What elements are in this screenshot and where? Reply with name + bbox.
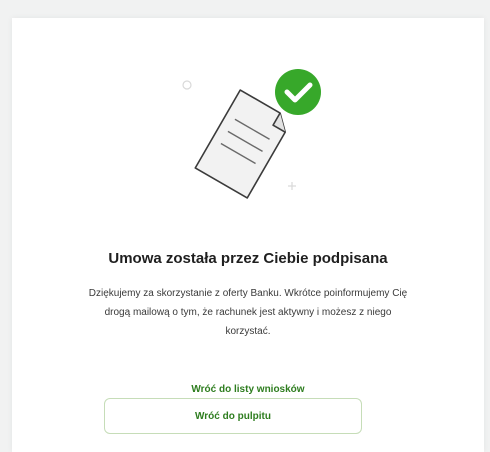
document-signed-illustration: [182, 69, 321, 199]
back-to-dashboard-button[interactable]: Wróć do pulpitu: [104, 398, 362, 434]
confirmation-card: Umowa została przez Ciebie podpisana Dzi…: [12, 18, 484, 452]
document-icon: [194, 89, 287, 199]
decorative-plus: [288, 182, 296, 190]
back-to-list-link[interactable]: Wróć do listy wniosków: [12, 384, 484, 395]
confirmation-description: Dziękujemy za skorzystanie z oferty Bank…: [88, 288, 408, 337]
confirmation-title: Umowa została przez Ciebie podpisana: [108, 250, 388, 267]
decorative-circle: [182, 80, 192, 90]
checkmark-icon: [275, 69, 321, 115]
